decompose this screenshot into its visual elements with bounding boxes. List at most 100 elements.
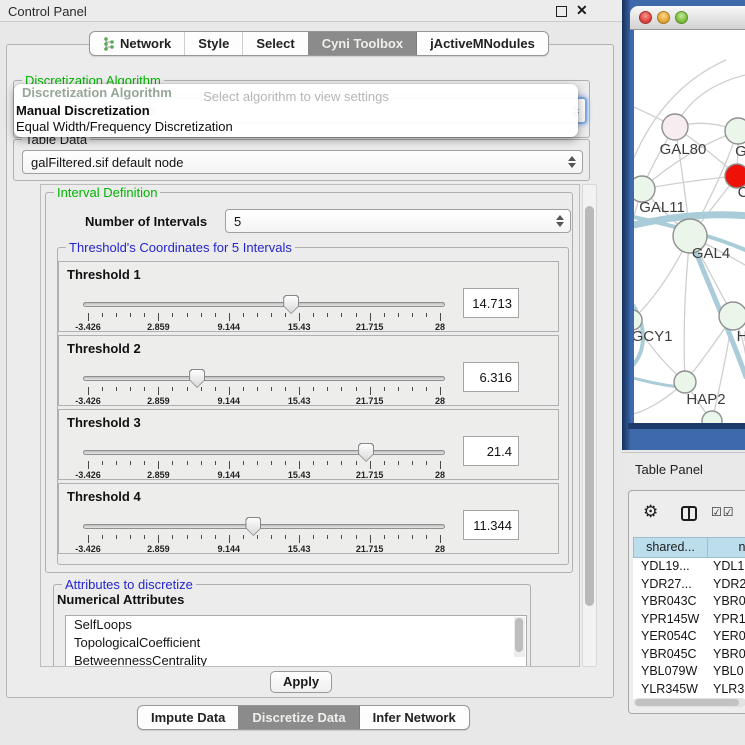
cell-name: YER0 bbox=[707, 628, 745, 646]
node-label-C: C bbox=[738, 184, 745, 201]
slider-ticks bbox=[88, 313, 440, 321]
threshold-label: Threshold 3 bbox=[67, 415, 141, 430]
numerical-attributes-list[interactable]: SelfLoopsTopologicalCoefficientBetweenne… bbox=[65, 615, 527, 667]
columns-icon[interactable] bbox=[681, 506, 697, 521]
column-header-2[interactable]: na bbox=[707, 537, 745, 558]
thresholds-group-title: Threshold's Coordinates for 5 Intervals bbox=[66, 240, 295, 255]
tab-network[interactable]: Network bbox=[90, 32, 184, 55]
network-window-titlebar[interactable] bbox=[630, 6, 745, 30]
threshold-label: Threshold 1 bbox=[67, 267, 141, 282]
slider-track[interactable] bbox=[83, 302, 445, 307]
attribute-list-item[interactable]: SelfLoops bbox=[66, 616, 526, 634]
table-data-combobox[interactable]: galFiltered.sif default node bbox=[22, 150, 583, 174]
control-panel-titlebar: Control Panel ✕ bbox=[0, 0, 622, 22]
slider-thumb[interactable] bbox=[358, 443, 374, 462]
column-header-1[interactable]: shared... bbox=[633, 537, 707, 558]
zoom-traffic-light[interactable] bbox=[675, 11, 688, 24]
network-edge[interactable] bbox=[684, 236, 690, 382]
mode-tab-label: Discretize Data bbox=[252, 710, 345, 725]
tab-label: Cyni Toolbox bbox=[322, 36, 403, 51]
table-header-row[interactable]: shared...na bbox=[633, 537, 745, 558]
network-canvas[interactable]: GAL80GCGAL11GAL4GCY1HHAP2 bbox=[634, 30, 745, 423]
mode-tab-infer-network[interactable]: Infer Network bbox=[359, 706, 469, 729]
gear-icon[interactable]: ⚙ bbox=[643, 502, 658, 522]
num-intervals-value: 5 bbox=[234, 214, 241, 229]
threshold-label: Threshold 4 bbox=[67, 489, 141, 504]
tab-cyni-toolbox[interactable]: Cyni Toolbox bbox=[308, 32, 416, 55]
slider-track[interactable] bbox=[83, 450, 445, 455]
float-window-icon[interactable] bbox=[556, 6, 567, 17]
algorithm-option-manual[interactable]: Manual Discretization bbox=[16, 103, 150, 118]
table-rows[interactable]: YDL19...YDL1YDR27...YDR2YBR043CYBR0YPR14… bbox=[633, 558, 745, 699]
slider-tick-labels: -3.4262.8599.14415.4321.71528 bbox=[88, 544, 440, 555]
checkboxes-icon[interactable]: ☑☑ bbox=[711, 505, 735, 519]
table-row[interactable]: YER054CYER0 bbox=[633, 628, 745, 646]
table-row[interactable]: YDL19...YDL1 bbox=[633, 558, 745, 576]
control-panel-title: Control Panel bbox=[8, 4, 87, 19]
threshold-slider[interactable]: -3.4262.8599.14415.4321.71528 bbox=[83, 298, 445, 332]
partial-node[interactable] bbox=[702, 411, 722, 423]
table-row[interactable]: YDR27...YDR2 bbox=[633, 576, 745, 594]
table-row[interactable]: YBL079WYBL0 bbox=[633, 663, 745, 681]
slider-thumb[interactable] bbox=[283, 295, 299, 314]
num-intervals-combobox[interactable]: 5 bbox=[225, 209, 571, 233]
threshold-slider[interactable]: -3.4262.8599.14415.4321.71528 bbox=[83, 372, 445, 406]
tab-jactivemnodules[interactable]: jActiveMNodules bbox=[416, 32, 548, 55]
node-label-GAL4: GAL4 bbox=[692, 245, 730, 262]
threshold-value-field[interactable] bbox=[463, 510, 519, 540]
close-icon[interactable]: ✕ bbox=[576, 2, 588, 19]
control-panel-tabs: NetworkStyle Select Cyni Toolbox jActiveMNo… bbox=[89, 31, 549, 56]
threshold-value-field[interactable] bbox=[463, 362, 519, 392]
slider-ticks bbox=[88, 387, 440, 395]
tab-label: Select bbox=[256, 36, 294, 51]
mode-tab-discretize-data[interactable]: Discretize Data bbox=[238, 706, 358, 729]
panel-vertical-scrollbar[interactable] bbox=[582, 184, 597, 667]
attributes-list-scrollbar[interactable] bbox=[514, 617, 525, 657]
table-row[interactable]: YPR145WYPR1 bbox=[633, 611, 745, 629]
minimize-traffic-light[interactable] bbox=[657, 11, 670, 24]
close-traffic-light[interactable] bbox=[639, 11, 652, 24]
cell-name: YDR2 bbox=[707, 576, 745, 594]
table-panel-title: Table Panel bbox=[635, 462, 703, 477]
threshold-slider[interactable]: -3.4262.8599.14415.4321.71528 bbox=[83, 520, 445, 554]
threshold-slider[interactable]: -3.4262.8599.14415.4321.71528 bbox=[83, 446, 445, 480]
slider-thumb[interactable] bbox=[245, 517, 261, 536]
slider-tick-labels: -3.4262.8599.14415.4321.71528 bbox=[88, 322, 440, 333]
G-node[interactable] bbox=[725, 118, 745, 144]
attributes-group-title: Attributes to discretize bbox=[62, 577, 196, 592]
table-row[interactable]: YBR045CYBR0 bbox=[633, 646, 745, 664]
slider-ticks bbox=[88, 461, 440, 469]
window-frame-edge bbox=[622, 0, 630, 450]
interval-definition-group-title: Interval Definition bbox=[54, 185, 160, 200]
GAL80-node[interactable] bbox=[662, 114, 688, 140]
threshold-value-field[interactable] bbox=[463, 288, 519, 318]
algorithm-option-equal-width[interactable]: Equal Width/Frequency Discretization bbox=[16, 119, 233, 134]
threshold-panel-2: Threshold 2-3.4262.8599.14415.4321.71528 bbox=[58, 335, 559, 406]
attribute-list-item[interactable]: BetweennessCentrality bbox=[66, 652, 526, 667]
mode-tab-label: Infer Network bbox=[373, 710, 456, 725]
mode-tab-impute-data[interactable]: Impute Data bbox=[138, 706, 238, 729]
algorithm-dropdown-popup: Discretization Algorithm Select algorith… bbox=[14, 84, 578, 137]
threshold-panel-4: Threshold 4 -3.4262.8599.14415.4321.71528 bbox=[58, 483, 559, 554]
threshold-panel-3: Threshold 3 -3.4262.8599.14415.4321.71528 bbox=[58, 409, 559, 480]
HAP2-node[interactable] bbox=[674, 371, 696, 393]
node-label-GAL80: GAL80 bbox=[660, 141, 707, 158]
table-panel-header: Table Panel bbox=[622, 452, 745, 486]
cell-shared-name: YDL19... bbox=[633, 558, 707, 576]
cell-name: YLR3 bbox=[707, 681, 744, 699]
tab-style[interactable]: Style bbox=[184, 32, 242, 55]
table-row[interactable]: YBR043CYBR0 bbox=[633, 593, 745, 611]
cell-shared-name: YER054C bbox=[633, 628, 707, 646]
attribute-list-item[interactable]: TopologicalCoefficient bbox=[66, 634, 526, 652]
threshold-value-field[interactable] bbox=[463, 436, 519, 466]
table-horizontal-scrollbar[interactable] bbox=[634, 698, 745, 707]
slider-track[interactable] bbox=[83, 524, 445, 529]
apply-button[interactable]: Apply bbox=[270, 671, 332, 693]
cell-name: YBL0 bbox=[707, 663, 744, 681]
slider-track[interactable] bbox=[83, 376, 445, 381]
slider-thumb[interactable] bbox=[189, 369, 205, 388]
tab-select[interactable]: Select bbox=[242, 32, 307, 55]
table-row[interactable]: YLR345WYLR3 bbox=[633, 681, 745, 699]
num-intervals-label: Number of Intervals bbox=[85, 214, 207, 229]
H-node[interactable] bbox=[719, 302, 745, 330]
